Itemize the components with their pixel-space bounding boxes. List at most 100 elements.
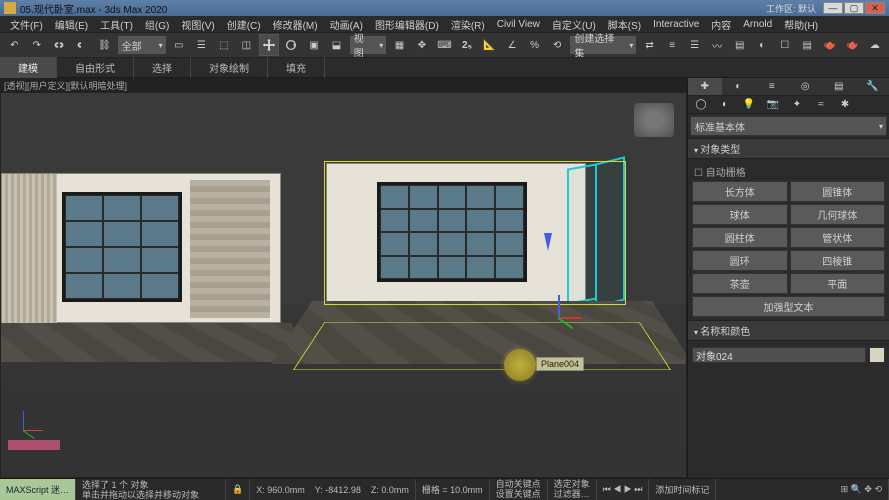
key-filter-selected[interactable]: 选定对象: [554, 479, 590, 489]
object-color-swatch[interactable]: [869, 347, 885, 363]
prim-tube[interactable]: 管状体: [790, 227, 886, 248]
percent-snap-button[interactable]: %: [524, 34, 545, 56]
maxscript-listener[interactable]: MAXScript 迷…: [0, 479, 76, 500]
lights-subtab[interactable]: 💡: [738, 96, 760, 113]
primitive-category-dropdown[interactable]: 标准基本体: [690, 116, 887, 136]
create-tab[interactable]: ✚: [688, 78, 722, 95]
transform-type-in[interactable]: X: 960.0mm Y: -8412.98 Z: 0.0mm: [250, 479, 416, 500]
prim-geosphere[interactable]: 几何球体: [790, 204, 886, 225]
menu-view[interactable]: 视图(V): [175, 17, 220, 32]
manip-button[interactable]: ✥: [412, 34, 433, 56]
align-button[interactable]: ≡: [662, 34, 683, 56]
viewport-nav-controls[interactable]: ⊞ 🔍 ✥ ⟲: [835, 479, 889, 500]
unlink-button[interactable]: [72, 34, 93, 56]
menu-modify[interactable]: 修改器(M): [267, 17, 324, 32]
playback-controls[interactable]: ⏮ ◀ ▶ ⏭: [597, 479, 650, 500]
utilities-tab[interactable]: 🔧: [856, 78, 889, 95]
time-tag-button[interactable]: 添加时间标记: [649, 479, 716, 500]
menu-content[interactable]: 内容: [705, 17, 737, 32]
menu-customize[interactable]: 自定义(U): [546, 17, 602, 32]
prim-textplus[interactable]: 加强型文本: [692, 296, 885, 317]
close-button[interactable]: ✕: [865, 2, 885, 14]
rendered-frame-button[interactable]: ▤: [797, 34, 818, 56]
rotate-button[interactable]: [281, 34, 302, 56]
schematic-button[interactable]: ▤: [729, 34, 750, 56]
menu-graph[interactable]: 图形编辑器(D): [369, 17, 445, 32]
ribbon-tab-object-paint[interactable]: 对象绘制: [191, 57, 268, 78]
prim-teapot[interactable]: 茶壶: [692, 273, 788, 294]
named-selection-dropdown[interactable]: 创建选择集: [569, 35, 637, 55]
rollout-object-type[interactable]: 对象类型: [688, 138, 889, 159]
prim-box[interactable]: 长方体: [692, 181, 788, 202]
display-tab[interactable]: ▤: [822, 78, 856, 95]
menu-create[interactable]: 创建(C): [221, 17, 267, 32]
menu-anim[interactable]: 动画(A): [324, 17, 369, 32]
menu-tools[interactable]: 工具(T): [94, 17, 139, 32]
prim-plane[interactable]: 平面: [790, 273, 886, 294]
snap-toggle-button[interactable]: 📐: [479, 34, 500, 56]
keyshortcut-button[interactable]: ⌨: [434, 34, 455, 56]
menu-group[interactable]: 组(G): [139, 17, 175, 32]
menu-render[interactable]: 渲染(R): [445, 17, 491, 32]
menu-civil[interactable]: Civil View: [491, 19, 546, 30]
select-button[interactable]: ▭: [169, 34, 190, 56]
prim-cone[interactable]: 圆锥体: [790, 181, 886, 202]
prim-pyramid[interactable]: 四棱锥: [790, 250, 886, 271]
ribbon-tab-selection[interactable]: 选择: [134, 57, 191, 78]
hierarchy-tab[interactable]: ≡: [755, 78, 789, 95]
viewcube[interactable]: [634, 103, 674, 137]
bind-button[interactable]: ⛓: [94, 34, 115, 56]
redo-button[interactable]: ↷: [27, 34, 48, 56]
select-rect-button[interactable]: ⬚: [214, 34, 235, 56]
modify-tab[interactable]: ◐: [722, 78, 756, 95]
geometry-subtab[interactable]: ◯: [690, 96, 712, 113]
menu-edit[interactable]: 编辑(E): [49, 17, 94, 32]
layer-explorer-button[interactable]: ☰: [684, 34, 705, 56]
maximize-button[interactable]: ▢: [844, 2, 864, 14]
auto-key-button[interactable]: 自动关键点: [496, 479, 541, 489]
minimize-button[interactable]: —: [823, 2, 843, 14]
prim-cylinder[interactable]: 圆柱体: [692, 227, 788, 248]
lock-selection-button[interactable]: 🔒: [226, 479, 250, 500]
ribbon-tab-freeform[interactable]: 自由形式: [57, 57, 134, 78]
shapes-subtab[interactable]: ◐: [714, 96, 736, 113]
move-button[interactable]: [259, 34, 280, 56]
spinner-snap-button[interactable]: ⟲: [547, 34, 568, 56]
render-button[interactable]: 🫖: [819, 34, 840, 56]
set-key-button[interactable]: 设置关键点: [496, 489, 541, 499]
key-filter-button[interactable]: 过滤器…: [554, 489, 590, 499]
workspace-label[interactable]: 工作区: 默认: [766, 2, 816, 15]
menu-arnold[interactable]: Arnold: [737, 19, 778, 30]
move-gizmo[interactable]: [550, 287, 590, 327]
menu-help[interactable]: 帮助(H): [778, 17, 824, 32]
spacewarps-subtab[interactable]: ≈: [810, 96, 832, 113]
curve-editor-button[interactable]: 〰: [707, 34, 728, 56]
viewport-bracket-label[interactable]: [透视][用户定义][默认明暗处理]: [4, 79, 127, 92]
ribbon-tab-modeling[interactable]: 建模: [0, 57, 57, 78]
pivot-button[interactable]: ▦: [389, 34, 410, 56]
mirror-button[interactable]: ⇄: [639, 34, 660, 56]
menu-file[interactable]: 文件(F): [4, 17, 49, 32]
scale-button[interactable]: ▣: [304, 34, 325, 56]
link-button[interactable]: [49, 34, 70, 56]
auto-grid-checkbox[interactable]: ☐ 自动栅格: [692, 162, 885, 181]
select-name-button[interactable]: ☰: [191, 34, 212, 56]
ribbon-tab-populate[interactable]: 填充: [268, 57, 325, 78]
angle-snap-button[interactable]: ∠: [502, 34, 523, 56]
time-slider[interactable]: [7, 439, 61, 451]
render-setup-button[interactable]: ☐: [774, 34, 795, 56]
rollout-name-color[interactable]: 名称和颜色: [688, 320, 889, 341]
snap2-button[interactable]: 2₅: [457, 34, 478, 56]
render-prod-button[interactable]: 🫖: [842, 34, 863, 56]
render-cloud-button[interactable]: ☁: [865, 34, 886, 56]
placement-button[interactable]: ⬓: [326, 34, 347, 56]
prim-sphere[interactable]: 球体: [692, 204, 788, 225]
selection-filter-dropdown[interactable]: 全部: [117, 35, 167, 55]
undo-button[interactable]: ↶: [4, 34, 25, 56]
object-name-field[interactable]: [692, 347, 866, 363]
window-crossing-button[interactable]: ◫: [236, 34, 257, 56]
prim-torus[interactable]: 圆环: [692, 250, 788, 271]
ref-coord-dropdown[interactable]: 视图: [349, 35, 388, 55]
menu-script[interactable]: 脚本(S): [602, 17, 647, 32]
menu-interactive[interactable]: Interactive: [647, 19, 705, 30]
